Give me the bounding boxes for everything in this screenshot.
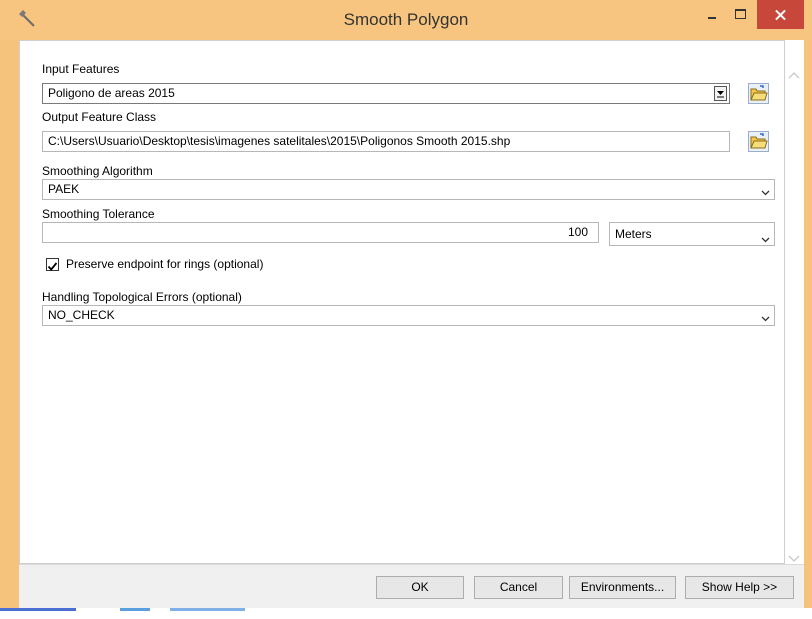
dialog-footer: OK Cancel Environments... Show Help >> (19, 564, 804, 608)
taskbar-strip (0, 608, 812, 619)
input-features-combobox[interactable]: Poligono de areas 2015 (42, 83, 730, 104)
ok-button[interactable]: OK (376, 576, 464, 599)
browse-output-button[interactable] (748, 131, 769, 152)
output-feature-class-value: C:\Users\Usuario\Desktop\tesis\imagenes … (48, 134, 511, 148)
chevron-down-icon (761, 310, 770, 322)
smoothing-tolerance-input[interactable]: 100 (42, 222, 599, 243)
handling-topological-errors-value: NO_CHECK (48, 308, 115, 322)
title-bar[interactable]: Smooth Polygon (0, 0, 812, 40)
cancel-button[interactable]: Cancel (474, 576, 563, 599)
tolerance-unit-select[interactable]: Meters (609, 222, 775, 246)
dropdown-arrow-icon[interactable] (714, 86, 727, 101)
close-button[interactable] (757, 0, 804, 29)
open-folder-icon (749, 85, 768, 107)
scroll-up-icon[interactable] (788, 66, 800, 79)
chevron-down-icon (761, 184, 770, 196)
input-features-label: Input Features (42, 62, 120, 76)
output-feature-class-input[interactable]: C:\Users\Usuario\Desktop\tesis\imagenes … (42, 131, 730, 152)
preserve-endpoint-label: Preserve endpoint for rings (optional) (66, 257, 264, 271)
handling-topological-errors-label: Handling Topological Errors (optional) (42, 290, 242, 304)
input-features-value: Poligono de areas 2015 (48, 86, 175, 100)
smoothing-tolerance-value: 100 (567, 225, 588, 239)
dialog-content: Input Features Poligono de areas 2015 Ou… (19, 40, 804, 608)
smoothing-algorithm-select[interactable]: PAEK (42, 179, 775, 200)
handling-topological-errors-select[interactable]: NO_CHECK (42, 305, 775, 326)
smoothing-algorithm-label: Smoothing Algorithm (42, 164, 153, 178)
parameters-panel: Input Features Poligono de areas 2015 Ou… (19, 40, 785, 564)
open-folder-icon (749, 133, 768, 155)
checkmark-icon (47, 259, 58, 276)
output-feature-class-label: Output Feature Class (42, 110, 157, 124)
browse-input-button[interactable] (748, 83, 769, 104)
window-title: Smooth Polygon (343, 10, 469, 29)
environments-button[interactable]: Environments... (569, 576, 676, 599)
tolerance-unit-value: Meters (615, 227, 652, 241)
strip-segment (120, 608, 150, 611)
minimize-button[interactable] (699, 0, 725, 29)
show-help-button[interactable]: Show Help >> (685, 576, 794, 599)
chevron-down-icon (761, 229, 770, 243)
dialog-window: Smooth Polygon Input Features Poligono d… (0, 0, 812, 619)
preserve-endpoint-checkbox[interactable] (46, 258, 59, 271)
strip-segment (0, 608, 76, 611)
smoothing-algorithm-value: PAEK (48, 182, 80, 196)
smoothing-tolerance-label: Smoothing Tolerance (42, 207, 155, 221)
vertical-scrollbar[interactable] (785, 40, 804, 564)
strip-segment (170, 608, 245, 611)
scroll-down-icon[interactable] (788, 550, 800, 562)
maximize-button[interactable] (727, 0, 753, 29)
